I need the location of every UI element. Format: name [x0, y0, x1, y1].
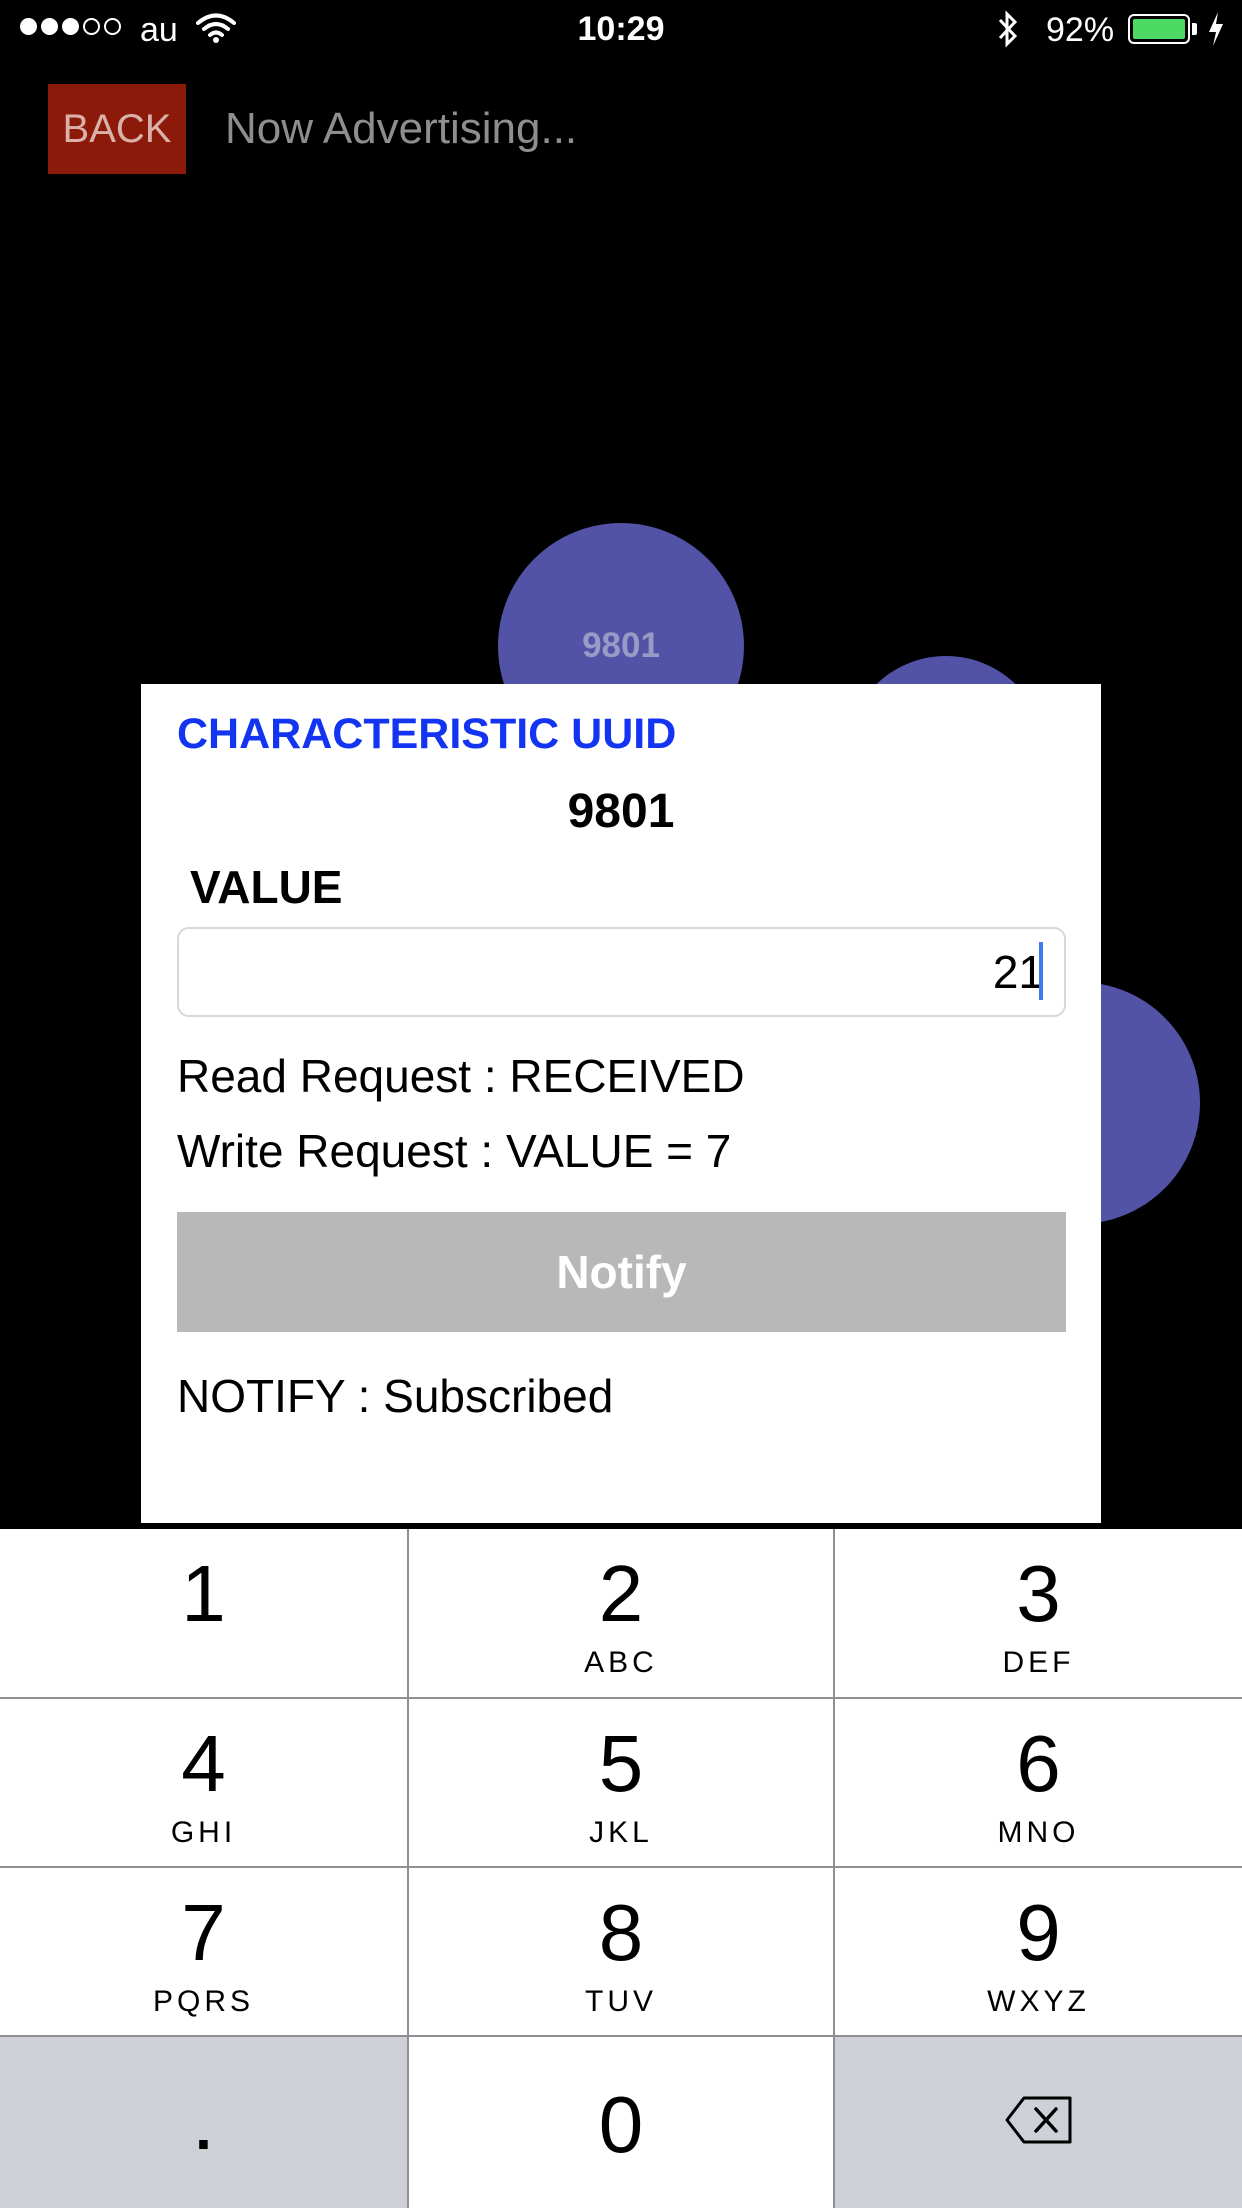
key-letters: MNO: [997, 1816, 1080, 1849]
key-digit: 1: [181, 1549, 226, 1638]
key-digit: 3: [1016, 1549, 1061, 1638]
key-digit: 6: [1016, 1719, 1061, 1808]
number-keypad: 1 2 ABC 3 DEF 4 GHI 5 JKL 6 MNO 7 PQRS 8…: [0, 1529, 1242, 2208]
key-digit: .: [195, 2095, 212, 2162]
characteristic-uuid-value: 9801: [567, 785, 675, 838]
key-dot[interactable]: .: [0, 2037, 407, 2208]
notify-status: NOTIFY : Subscribed: [177, 1370, 614, 1422]
status-bar: au 10:29 92%: [0, 0, 1242, 60]
key-digit: 0: [598, 2080, 644, 2169]
key-3[interactable]: 3 DEF: [835, 1529, 1242, 1697]
bubble-label: 9801: [582, 626, 660, 665]
value-label: VALUE: [190, 861, 343, 913]
key-4[interactable]: 4 GHI: [0, 1699, 407, 1866]
key-2[interactable]: 2 ABC: [409, 1529, 833, 1697]
value-input[interactable]: [177, 927, 1066, 1017]
key-letters: ABC: [584, 1646, 658, 1679]
notify-button[interactable]: Notify: [177, 1212, 1066, 1332]
key-letters: GHI: [170, 1816, 237, 1849]
bluetooth-icon: [996, 10, 1020, 57]
back-button[interactable]: BACK: [48, 84, 186, 174]
key-digit: 7: [181, 1888, 226, 1977]
battery-tip: [1192, 23, 1197, 35]
charging-icon: [1206, 10, 1226, 57]
characteristic-dialog: CHARACTERISTIC UUID 9801 VALUE Read Requ…: [141, 684, 1101, 1523]
key-letters: TUV: [585, 1985, 657, 2018]
key-0[interactable]: 0: [409, 2037, 833, 2208]
write-request-status: Write Request : VALUE = 7: [177, 1125, 732, 1177]
key-5[interactable]: 5 JKL: [409, 1699, 833, 1866]
text-caret: [1039, 942, 1043, 1000]
key-letters: DEF: [1002, 1646, 1075, 1679]
page-title: Now Advertising...: [225, 104, 578, 153]
key-digit: 5: [598, 1719, 644, 1808]
key-letters: JKL: [589, 1816, 653, 1849]
key-digit: 4: [181, 1719, 226, 1808]
characteristic-uuid-label: CHARACTERISTIC UUID: [177, 710, 677, 758]
read-request-status: Read Request : RECEIVED: [177, 1050, 745, 1102]
key-8[interactable]: 8 TUV: [409, 1868, 833, 2035]
key-digit: 8: [598, 1888, 644, 1977]
key-9[interactable]: 9 WXYZ: [835, 1868, 1242, 2035]
key-6[interactable]: 6 MNO: [835, 1699, 1242, 1866]
key-letters: WXYZ: [987, 1985, 1090, 2018]
delete-key[interactable]: [835, 2037, 1242, 2208]
key-digit: 2: [598, 1549, 644, 1638]
key-1[interactable]: 1: [0, 1529, 407, 1697]
key-7[interactable]: 7 PQRS: [0, 1868, 407, 2035]
key-letters: PQRS: [152, 1985, 255, 2018]
battery-percent: 92%: [1046, 11, 1115, 49]
backspace-icon: [1004, 2096, 1074, 2149]
key-digit: 9: [1016, 1888, 1061, 1977]
battery-icon: [1128, 14, 1190, 44]
